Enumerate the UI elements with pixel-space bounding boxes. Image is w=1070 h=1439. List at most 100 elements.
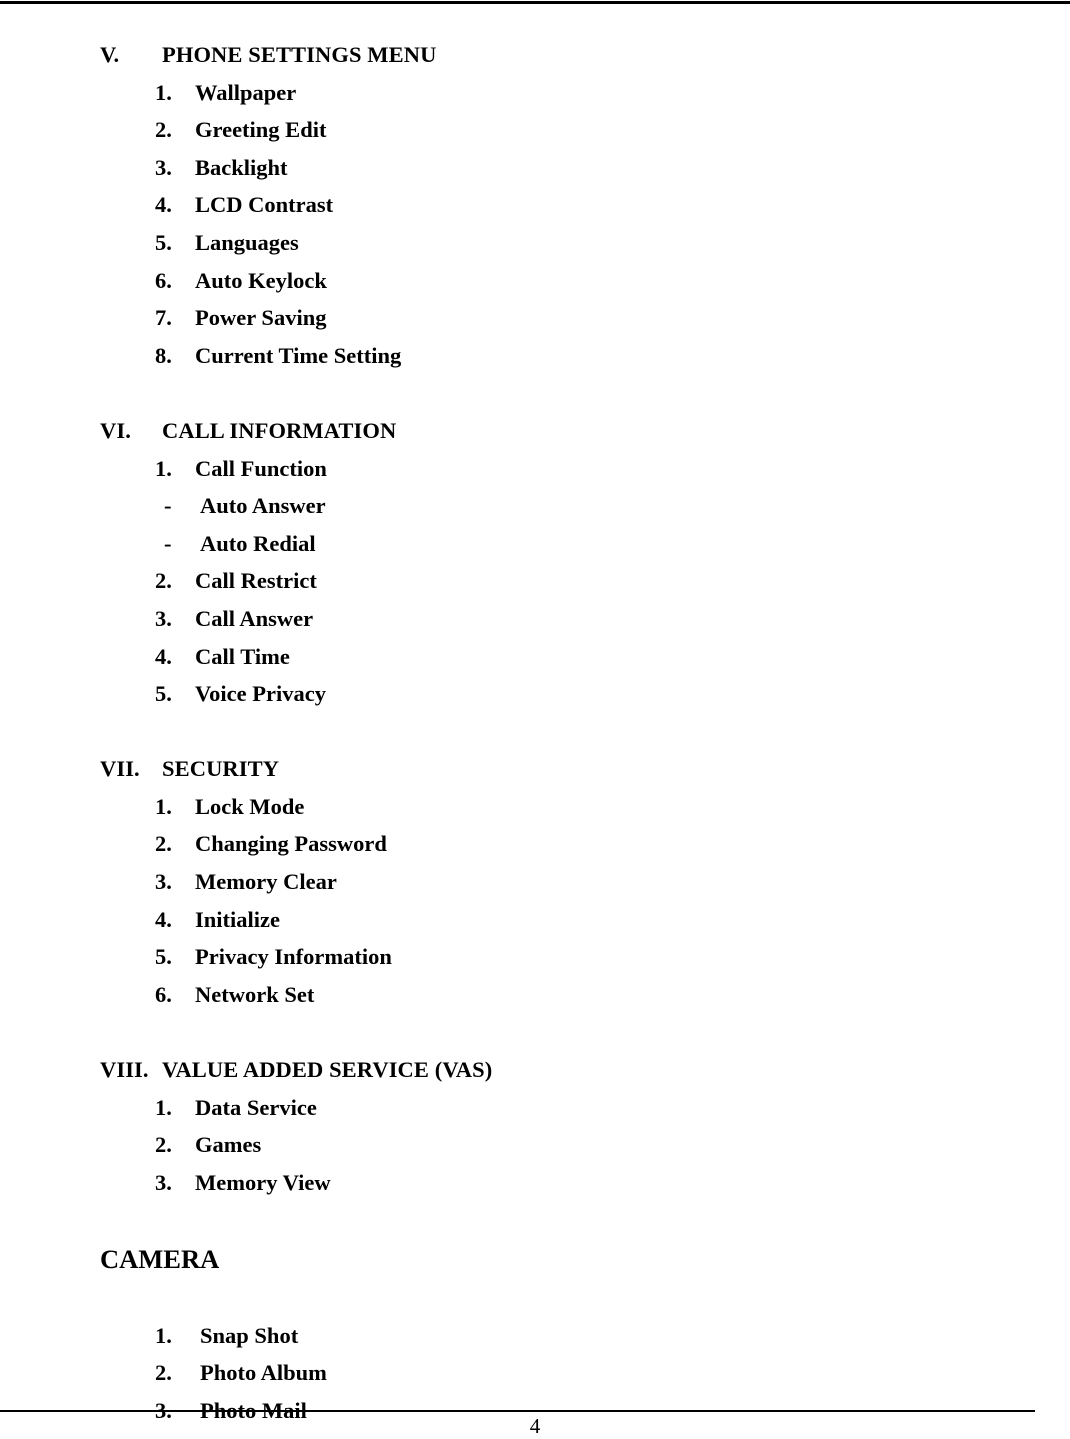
- item-label: Photo Album: [200, 1360, 327, 1386]
- camera-heading: CAMERA: [100, 1244, 220, 1274]
- item-number: 2.: [155, 117, 172, 143]
- list-item: 1. Snap Shot: [0, 1317, 1070, 1355]
- item-label: LCD Contrast: [195, 192, 334, 218]
- item-number: 8.: [155, 342, 172, 368]
- list-item: 8. Current Time Setting: [0, 337, 1070, 375]
- list-item: 6. Auto Keylock: [0, 262, 1070, 300]
- item-number: 3.: [155, 869, 172, 895]
- item-number: 1.: [155, 1322, 172, 1348]
- section-title: VALUE ADDED SERVICE (VAS): [162, 1057, 493, 1083]
- item-label: Current Time Setting: [195, 342, 402, 368]
- header-rule: [0, 1, 1070, 4]
- document-content: V. PHONE SETTINGS MENU 1. Wallpaper 2. Gree…: [0, 36, 1070, 1429]
- list-item: 5. Languages: [0, 224, 1070, 262]
- item-label: Greeting Edit: [195, 117, 327, 143]
- item-number: 6.: [155, 267, 172, 293]
- list-item: 1. Data Service: [0, 1089, 1070, 1127]
- section-heading: VII. SECURITY: [0, 750, 1070, 788]
- section-heading: VI. CALL INFORMATION: [0, 412, 1070, 450]
- item-number: 5.: [155, 944, 172, 970]
- item-label: Data Service: [195, 1094, 317, 1120]
- list-item: 4. LCD Contrast: [0, 186, 1070, 224]
- item-number: 3.: [155, 1169, 172, 1195]
- section-numeral: VIII.: [100, 1057, 149, 1083]
- list-item: 3. Call Answer: [0, 600, 1070, 638]
- list-subitem: - Auto Redial: [0, 525, 1070, 563]
- list-subitem: - Auto Answer: [0, 487, 1070, 525]
- subitem-label: Auto Answer: [200, 493, 326, 519]
- item-number: 1.: [155, 1094, 172, 1120]
- item-label: Wallpaper: [195, 79, 297, 105]
- page-number: 4: [529, 1414, 541, 1438]
- list-item: 3. Memory Clear: [0, 863, 1070, 901]
- list-item: 5. Privacy Information: [0, 938, 1070, 976]
- item-label: Network Set: [195, 981, 315, 1007]
- list-item: 2. Photo Album: [0, 1354, 1070, 1392]
- item-label: Power Saving: [195, 305, 327, 331]
- item-number: 5.: [155, 681, 172, 707]
- section-title: CALL INFORMATION: [162, 417, 397, 443]
- item-label: Call Time: [195, 643, 290, 669]
- list-item: 2. Games: [0, 1126, 1070, 1164]
- item-number: 2.: [155, 1360, 172, 1386]
- item-number: 2.: [155, 1132, 172, 1158]
- section-numeral: V.: [100, 42, 120, 67]
- subitem-label: Auto Redial: [200, 530, 316, 556]
- item-label: Auto Keylock: [195, 267, 327, 293]
- item-number: 2.: [155, 568, 172, 594]
- list-item: 6. Network Set: [0, 976, 1070, 1014]
- item-number: 4.: [155, 906, 172, 932]
- section-numeral: VI.: [100, 417, 131, 443]
- item-label: Snap Shot: [200, 1322, 299, 1348]
- section-heading: V. PHONE SETTINGS MENU: [0, 36, 1070, 74]
- item-number: 3.: [155, 154, 172, 180]
- list-item: 2. Call Restrict: [0, 562, 1070, 600]
- item-number: 5.: [155, 229, 172, 255]
- list-item: 7. Power Saving: [0, 299, 1070, 337]
- item-label: Memory View: [195, 1169, 331, 1195]
- section-title: SECURITY: [162, 756, 280, 782]
- document-page: V. PHONE SETTINGS MENU 1. Wallpaper 2. Gree…: [0, 0, 1070, 1439]
- list-item: 1. Wallpaper: [0, 74, 1070, 112]
- item-label: Call Restrict: [195, 568, 317, 594]
- item-number: 1.: [155, 79, 172, 105]
- item-number: 7.: [155, 305, 172, 331]
- list-item: 1. Call Function: [0, 450, 1070, 488]
- item-label: Voice Privacy: [195, 681, 327, 707]
- section-title: PHONE SETTINGS MENU: [162, 42, 437, 67]
- item-label: Games: [195, 1132, 262, 1158]
- dash-bullet: -: [164, 493, 172, 519]
- list-item: 1. Lock Mode: [0, 788, 1070, 826]
- item-label: Initialize: [195, 906, 280, 932]
- list-item: 5. Voice Privacy: [0, 675, 1070, 713]
- item-label: Call Answer: [195, 605, 314, 631]
- section-heading: VIII. VALUE ADDED SERVICE (VAS): [0, 1051, 1070, 1089]
- list-item: 3. Memory View: [0, 1164, 1070, 1202]
- item-label: Lock Mode: [195, 793, 305, 819]
- item-label: Privacy Information: [195, 944, 392, 970]
- section-numeral: VII.: [100, 756, 140, 782]
- list-item: 2. Changing Password: [0, 825, 1070, 863]
- item-label: Changing Password: [195, 831, 387, 857]
- item-number: 3.: [155, 605, 172, 631]
- list-item: 2. Greeting Edit: [0, 111, 1070, 149]
- list-item: 4. Initialize: [0, 901, 1070, 939]
- dash-bullet: -: [164, 530, 172, 556]
- item-number: 1.: [155, 455, 172, 481]
- footer-rule: [0, 1410, 1035, 1412]
- item-number: 4.: [155, 643, 172, 669]
- item-number: 6.: [155, 981, 172, 1007]
- item-label: Call Function: [195, 455, 327, 481]
- item-number: 2.: [155, 831, 172, 857]
- item-label: Languages: [195, 229, 299, 255]
- item-number: 1.: [155, 793, 172, 819]
- item-label: Memory Clear: [195, 869, 337, 895]
- item-number: 4.: [155, 192, 172, 218]
- item-label: Backlight: [195, 154, 288, 180]
- list-item: 3. Backlight: [0, 149, 1070, 187]
